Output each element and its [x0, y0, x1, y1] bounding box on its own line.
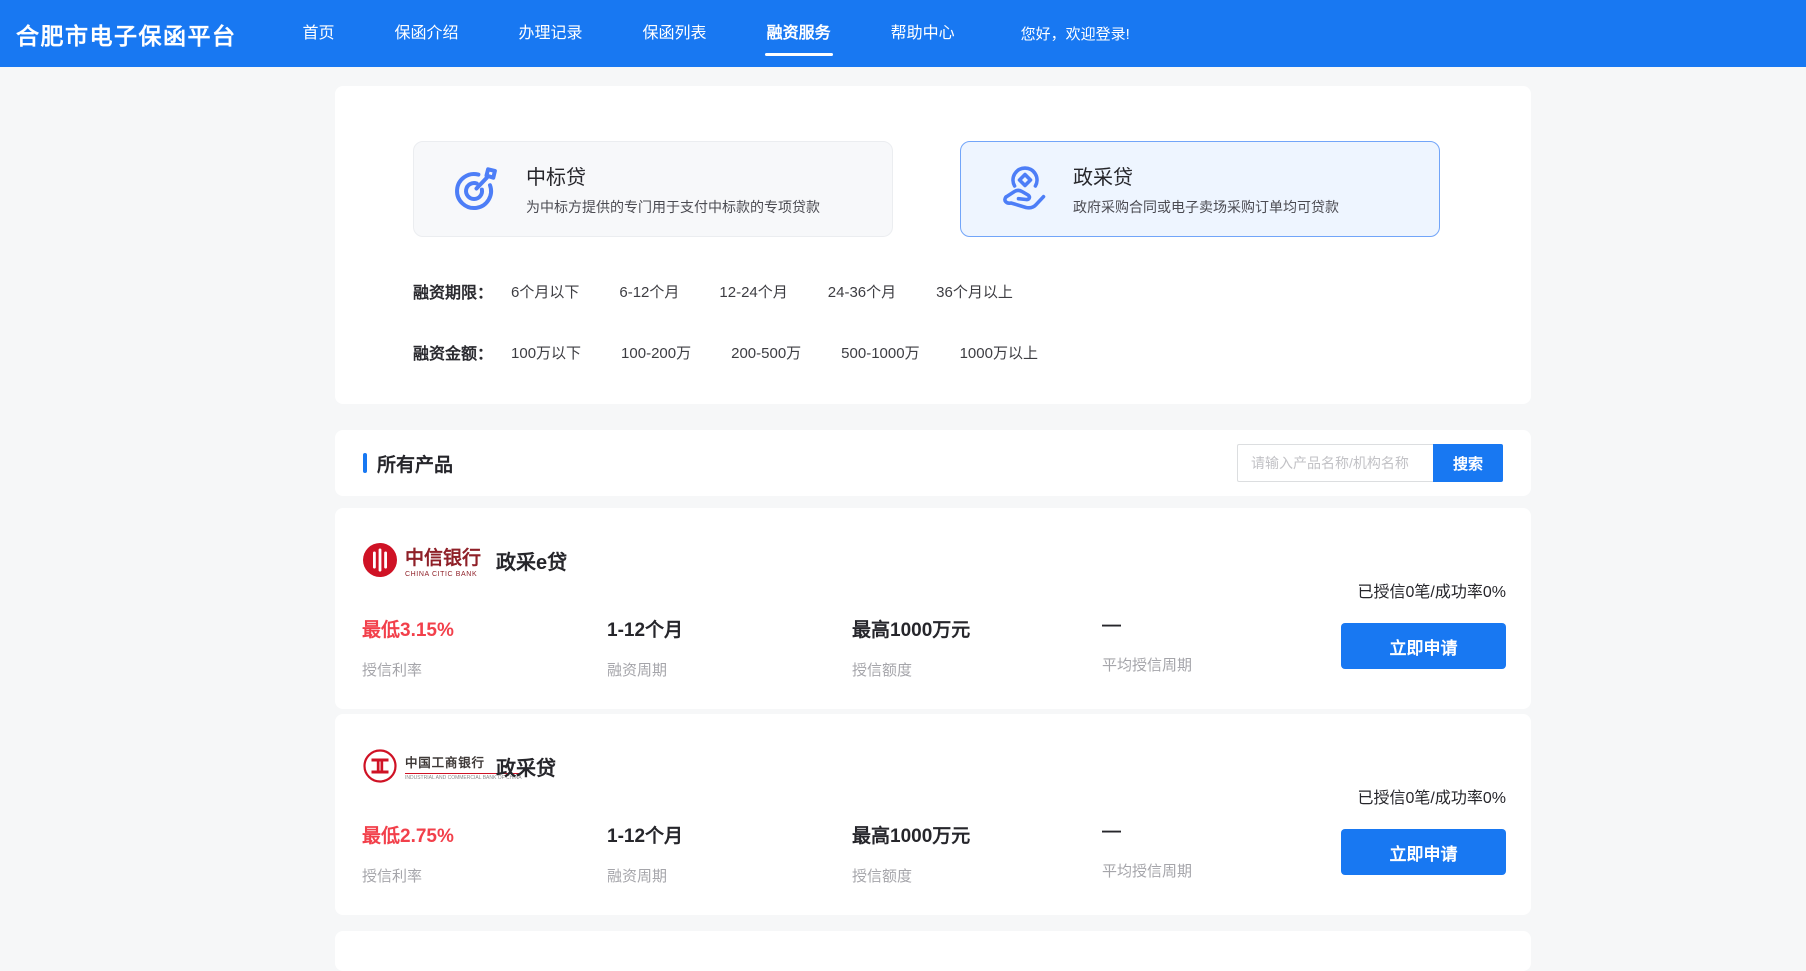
credit-summary: 已授信0笔/成功率0%: [1306, 578, 1506, 602]
apply-button[interactable]: 立即申请: [1341, 623, 1506, 669]
stat-value: 最低3.15%: [362, 615, 607, 642]
stat-column: 最高1000万元授信额度: [852, 615, 1102, 680]
filter-option[interactable]: 36个月以上: [936, 281, 1013, 302]
target-dart-icon: [448, 161, 504, 217]
loan-filter-panel: 中标贷 为中标方提供的专门用于支付中标款的专项贷款 政采贷 政府采购合同或电子卖…: [335, 86, 1531, 404]
filter-option[interactable]: 100万以下: [511, 342, 581, 363]
stat-column: 最低2.75% 授信利率: [362, 821, 607, 886]
icbc-bank-logo-icon: [362, 748, 398, 784]
loan-type-desc: 政府采购合同或电子卖场采购订单均可贷款: [1073, 197, 1339, 217]
loan-type-card[interactable]: 政采贷 政府采购合同或电子卖场采购订单均可贷款: [960, 141, 1440, 237]
bank-name: 中信银行: [405, 543, 481, 570]
stat-label: 授信额度: [852, 865, 1102, 886]
nav-item[interactable]: 帮助中心: [861, 0, 985, 67]
stat-label: 融资周期: [607, 865, 852, 886]
stat-column: 最高1000万元授信额度: [852, 821, 1102, 886]
next-product-card-partial: [335, 931, 1531, 971]
login-welcome-link[interactable]: 您好，欢迎登录!: [1021, 23, 1130, 44]
section-title-wrap: 所有产品: [363, 450, 453, 477]
filter-label: 融资金额：: [413, 340, 493, 364]
bank-name-en: CHINA CITIC BANK: [405, 571, 481, 578]
filter-option[interactable]: 12-24个月: [719, 281, 787, 302]
stat-label: 融资周期: [607, 659, 852, 680]
nav-item[interactable]: 办理记录: [489, 0, 613, 67]
stat-column: 1-12个月融资周期: [607, 821, 852, 886]
stat-column: 最低3.15% 授信利率: [362, 615, 607, 680]
stat-value: 1-12个月: [607, 821, 852, 848]
loan-type-title: 政采贷: [1073, 161, 1339, 190]
loan-type-card[interactable]: 中标贷 为中标方提供的专门用于支付中标款的专项贷款: [413, 141, 893, 237]
nav-item[interactable]: 保函列表: [613, 0, 737, 67]
stat-label: 授信利率: [362, 659, 607, 680]
product-card: 中信银行 CHINA CITIC BANK 政采e贷 最低3.15% 授信利率1-…: [335, 508, 1531, 709]
section-title: 所有产品: [377, 450, 453, 477]
filter-option[interactable]: 24-36个月: [828, 281, 896, 302]
product-search: 搜索: [1237, 444, 1503, 482]
filters: 融资期限： 6个月以下 6-12个月 12-24个月 24-36个月 36个月以上融资金额…: [413, 279, 1531, 364]
main-nav: 首页保函介绍办理记录保函列表融资服务帮助中心: [273, 0, 985, 67]
filter-option[interactable]: 100-200万: [621, 342, 691, 363]
stat-value: 最高1000万元: [852, 615, 1102, 642]
product-list: 中信银行 CHINA CITIC BANK 政采e贷 最低3.15%授信利率1-…: [335, 508, 1531, 915]
citic-bank-logo-icon: [362, 542, 398, 578]
product-card: 中国工商银行 INDUSTRIAL AND COMMERCIAL BANK OF…: [335, 714, 1531, 915]
nav-item[interactable]: 首页: [273, 0, 365, 67]
apply-button[interactable]: 立即申请: [1341, 829, 1506, 875]
filter-option[interactable]: 500-1000万: [841, 342, 919, 363]
stat-value: 最低2.75%: [362, 821, 607, 848]
stat-value: 最高1000万元: [852, 821, 1102, 848]
filter-option[interactable]: 1000万以上: [960, 342, 1038, 363]
loan-type-desc: 为中标方提供的专门用于支付中标款的专项贷款: [526, 197, 820, 217]
stat-value: 1-12个月: [607, 615, 852, 642]
platform-title: 合肥市电子保函平台: [16, 17, 237, 51]
hand-coin-icon: [995, 161, 1051, 217]
nav-item[interactable]: 融资服务: [737, 0, 861, 67]
search-input[interactable]: [1237, 444, 1433, 482]
top-nav: 合肥市电子保函平台 首页保函介绍办理记录保函列表融资服务帮助中心 您好，欢迎登录…: [0, 0, 1806, 67]
filter-option[interactable]: 200-500万: [731, 342, 801, 363]
loan-type-cards: 中标贷 为中标方提供的专门用于支付中标款的专项贷款 政采贷 政府采购合同或电子卖…: [413, 141, 1531, 237]
products-header: 所有产品 搜索: [335, 430, 1531, 496]
nav-item[interactable]: 保函介绍: [365, 0, 489, 67]
loan-type-title: 中标贷: [526, 161, 820, 190]
product-name: 政采e贷: [496, 546, 567, 575]
search-button[interactable]: 搜索: [1433, 444, 1503, 482]
stat-label: 授信利率: [362, 865, 607, 886]
filter-row: 融资金额： 100万以下 100-200万 200-500万 500-1000万 1000…: [413, 340, 1531, 364]
stat-label: 授信额度: [852, 659, 1102, 680]
filter-option[interactable]: 6个月以下: [511, 281, 579, 302]
filter-option[interactable]: 6-12个月: [619, 281, 679, 302]
bank-logo: 中国工商银行 INDUSTRIAL AND COMMERCIAL BANK OF…: [362, 748, 474, 784]
credit-summary: 已授信0笔/成功率0%: [1306, 784, 1506, 808]
product-name: 政采贷: [496, 752, 556, 781]
page-content: 中标贷 为中标方提供的专门用于支付中标款的专项贷款 政采贷 政府采购合同或电子卖…: [335, 86, 1531, 971]
bank-logo: 中信银行 CHINA CITIC BANK: [362, 542, 474, 578]
title-accent-bar: [363, 453, 367, 473]
filter-label: 融资期限：: [413, 279, 493, 303]
filter-row: 融资期限： 6个月以下 6-12个月 12-24个月 24-36个月 36个月以上: [413, 279, 1531, 303]
stat-column: 1-12个月融资周期: [607, 615, 852, 680]
